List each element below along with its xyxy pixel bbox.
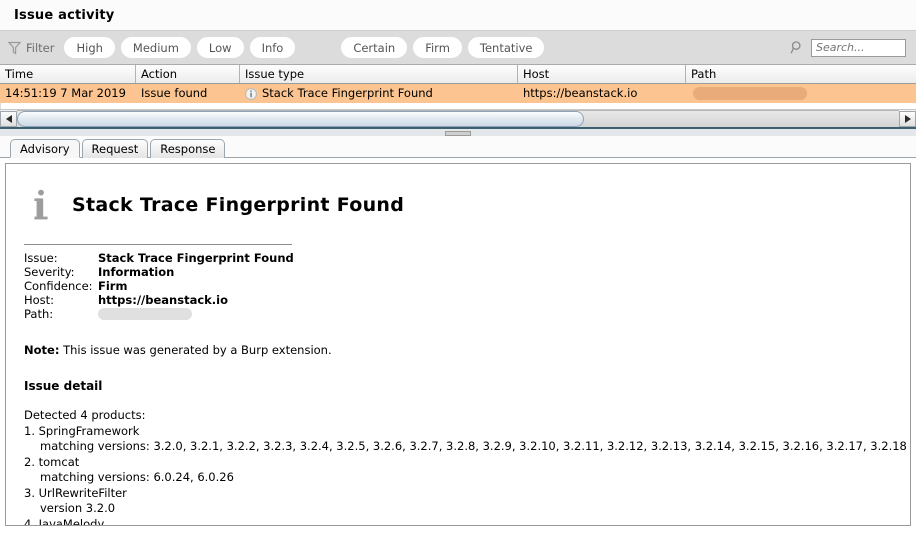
detail-line: Detected 4 products:	[24, 408, 146, 422]
field-issue-label: Issue:	[24, 251, 58, 265]
column-header-host[interactable]: Host	[518, 65, 686, 83]
search-input[interactable]	[811, 38, 906, 57]
detail-line: 1. SpringFramework	[24, 423, 140, 438]
scroll-left-button[interactable]	[0, 110, 17, 127]
field-confidence-label: Confidence:	[24, 279, 93, 293]
column-header-action[interactable]: Action	[136, 65, 240, 83]
arrow-right-icon	[904, 114, 911, 123]
advisory-panel: Stack Trace Fingerprint Found Issue: Sta…	[5, 163, 911, 526]
cell-host: https://beanstack.io	[523, 86, 638, 100]
detail-line: 3. UrlRewriteFilter	[24, 485, 127, 500]
column-header-time[interactable]: Time	[0, 65, 136, 83]
search-area	[790, 38, 906, 57]
scrollbar-track[interactable]	[17, 109, 899, 128]
field-issue-value: Stack Trace Fingerprint Found	[98, 251, 294, 265]
issue-activity-table: Time Action Issue type Host Path 14:51:1…	[0, 64, 916, 109]
table-row[interactable]: 14:51:19 7 Mar 2019 Issue found Stack Tr…	[0, 84, 916, 103]
column-header-path[interactable]: Path	[686, 65, 916, 83]
cell-time: 14:51:19 7 Mar 2019	[5, 86, 126, 100]
cell-issue-type-label: Stack Trace Fingerprint Found	[262, 86, 433, 100]
scrollbar-thumb[interactable]	[17, 110, 584, 127]
filter-pill-certain[interactable]: Certain	[341, 37, 408, 58]
filter-pill-medium[interactable]: Medium	[120, 37, 191, 58]
field-host-label: Host:	[24, 293, 55, 307]
detail-line: matching versions: 6.0.24, 6.0.26	[40, 470, 234, 484]
field-host: Host: https://beanstack.io	[24, 293, 896, 307]
advisory-content: Stack Trace Fingerprint Found Issue: Sta…	[6, 164, 910, 526]
advisory-fields: Issue: Stack Trace Fingerprint Found Sev…	[24, 251, 896, 321]
issue-detail-body: Detected 4 products: 1. SpringFramework …	[24, 408, 907, 526]
field-severity: Severity: Information	[24, 265, 896, 279]
advisory-note: Note: This issue was generated by a Burp…	[24, 343, 896, 357]
field-issue: Issue: Stack Trace Fingerprint Found	[24, 251, 896, 265]
info-i-icon	[34, 189, 48, 220]
tab-advisory[interactable]: Advisory	[10, 139, 80, 158]
filter-pill-low[interactable]: Low	[196, 37, 244, 58]
field-confidence-value: Firm	[98, 279, 128, 293]
split-pane-divider[interactable]	[0, 127, 916, 136]
info-circle-icon	[245, 87, 257, 100]
filter-bar: Filter High Medium Low Info Certain Firm…	[0, 30, 916, 64]
filter-pill-firm[interactable]: Firm	[413, 37, 462, 58]
window-title-bar: Issue activity	[0, 0, 916, 30]
issue-detail-heading: Issue detail	[24, 379, 103, 393]
field-severity-label: Severity:	[24, 265, 75, 279]
table-header-row: Time Action Issue type Host Path	[0, 64, 916, 84]
advisory-divider	[24, 244, 292, 245]
tab-request[interactable]: Request	[81, 139, 149, 158]
filter-pill-tentative[interactable]: Tentative	[467, 37, 545, 58]
filter-pill-info[interactable]: Info	[249, 37, 296, 58]
page-title: Issue activity	[14, 7, 115, 23]
funnel-icon	[8, 41, 21, 55]
detail-tab-bar: Advisory Request Response	[0, 136, 916, 158]
field-host-value: https://beanstack.io	[98, 293, 229, 307]
detail-line: matching versions: 3.2.0, 3.2.1, 3.2.2, …	[40, 439, 907, 453]
horizontal-scrollbar[interactable]	[0, 109, 916, 128]
cell-issue-type: Stack Trace Fingerprint Found	[240, 84, 518, 103]
field-path-label: Path:	[24, 307, 54, 321]
detail-line: 2. tomcat	[24, 454, 80, 469]
search-icon[interactable]	[790, 40, 805, 55]
column-header-issue-type[interactable]: Issue type	[240, 65, 518, 83]
advisory-title: Stack Trace Fingerprint Found	[72, 194, 405, 216]
filter-pill-high[interactable]: High	[64, 37, 115, 58]
redacted-path-block	[693, 87, 807, 100]
field-confidence: Confidence: Firm	[24, 279, 896, 293]
filter-label: Filter	[26, 40, 55, 55]
advisory-note-text: This issue was generated by a Burp exten…	[59, 343, 332, 357]
detail-line: version 3.2.0	[40, 501, 116, 515]
detail-line: 4. JavaMelody	[24, 516, 105, 526]
advisory-note-label: Note:	[24, 343, 60, 357]
arrow-left-icon	[5, 114, 12, 123]
field-severity-value: Information	[98, 265, 175, 279]
field-path: Path:	[24, 307, 896, 321]
tab-response[interactable]: Response	[150, 139, 226, 158]
cell-action: Issue found	[141, 86, 208, 100]
advisory-header: Stack Trace Fingerprint Found	[20, 178, 896, 232]
scroll-right-button[interactable]	[899, 110, 916, 127]
cell-path	[686, 84, 916, 103]
redacted-path-value	[98, 308, 192, 320]
